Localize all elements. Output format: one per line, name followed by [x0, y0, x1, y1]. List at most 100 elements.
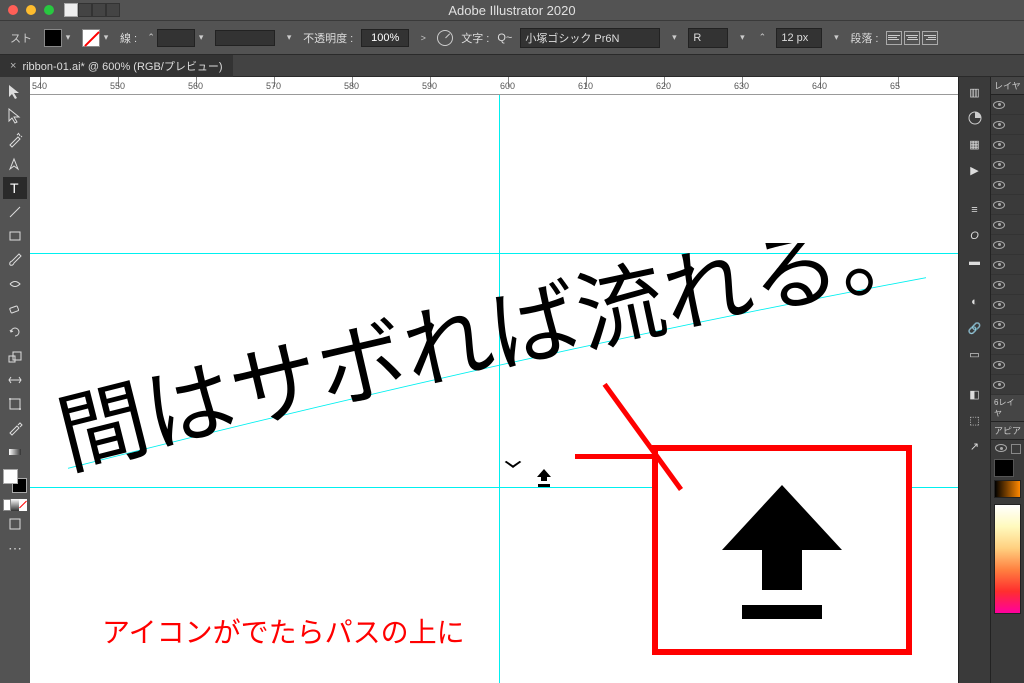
appearance-fill-swatch[interactable]	[994, 459, 1014, 477]
layers-panel-header[interactable]: レイヤ	[991, 77, 1024, 95]
swatches-panel-icon[interactable]: ▦	[964, 133, 986, 155]
ruler-label: 560	[188, 81, 203, 91]
arrange-documents-icon[interactable]	[64, 3, 120, 17]
selection-tool-icon[interactable]	[3, 81, 27, 103]
font-size-input[interactable]	[776, 28, 822, 48]
links-panel-icon[interactable]: 🔗	[964, 317, 986, 339]
layer-row[interactable]	[991, 375, 1024, 395]
edit-toolbar-icon[interactable]: ⋯	[3, 537, 27, 559]
rotate-tool-icon[interactable]	[3, 321, 27, 343]
visibility-toggle-icon[interactable]	[993, 121, 1005, 129]
layer-row[interactable]	[991, 115, 1024, 135]
pathfinder-panel-icon[interactable]: ◧	[964, 383, 986, 405]
visibility-toggle-icon[interactable]	[993, 221, 1005, 229]
visibility-toggle-icon[interactable]	[995, 444, 1007, 452]
visibility-toggle-icon[interactable]	[993, 141, 1005, 149]
visibility-toggle-icon[interactable]	[993, 381, 1005, 389]
close-tab-icon[interactable]: ×	[10, 60, 16, 72]
stroke-profile-dropdown[interactable]	[215, 30, 275, 46]
gradient-tool-icon[interactable]	[3, 441, 27, 463]
layers-list	[991, 95, 1024, 395]
layer-row[interactable]	[991, 155, 1024, 175]
font-family-input[interactable]	[520, 28, 660, 48]
libraries-panel-icon[interactable]: ▶	[964, 159, 986, 181]
visibility-toggle-icon[interactable]	[993, 181, 1005, 189]
free-transform-tool-icon[interactable]	[3, 393, 27, 415]
width-tool-icon[interactable]	[3, 369, 27, 391]
screen-mode-icon[interactable]	[3, 513, 27, 535]
ruler-label: 540	[32, 81, 47, 91]
zoom-window-button[interactable]	[44, 5, 54, 15]
fill-swatch[interactable]: ▾	[44, 29, 74, 47]
paintbrush-tool-icon[interactable]	[3, 249, 27, 271]
fill-stroke-swatch[interactable]	[3, 469, 27, 493]
visibility-toggle-icon[interactable]	[993, 361, 1005, 369]
toolbox: T ⋯	[0, 77, 30, 683]
visibility-toggle-icon[interactable]	[993, 241, 1005, 249]
visibility-toggle-icon[interactable]	[993, 281, 1005, 289]
rectangle-tool-icon[interactable]	[3, 225, 27, 247]
color-panel-icon[interactable]	[964, 107, 986, 129]
titlebar: Adobe Illustrator 2020	[0, 0, 1024, 20]
stroke-width-input[interactable]	[157, 29, 195, 47]
pen-tool-icon[interactable]	[3, 153, 27, 175]
line-tool-icon[interactable]	[3, 201, 27, 223]
layer-row[interactable]	[991, 135, 1024, 155]
stroke-width-stepper[interactable]: ⌃▾	[145, 29, 207, 47]
eraser-tool-icon[interactable]	[3, 297, 27, 319]
align-left-icon[interactable]	[886, 31, 902, 45]
scale-tool-icon[interactable]	[3, 345, 27, 367]
opacity-input[interactable]	[361, 29, 409, 47]
stroke-panel-icon[interactable]: ≡	[964, 199, 986, 221]
eyedropper-tool-icon[interactable]	[3, 417, 27, 439]
symbols-panel-icon[interactable]: O	[964, 225, 986, 247]
layer-row[interactable]	[991, 235, 1024, 255]
type-tool-icon[interactable]: T	[3, 177, 27, 199]
visibility-toggle-icon[interactable]	[993, 101, 1005, 109]
visibility-toggle-icon[interactable]	[993, 261, 1005, 269]
visibility-toggle-icon[interactable]	[993, 341, 1005, 349]
stroke-swatch[interactable]: ▾	[82, 29, 112, 47]
visibility-toggle-icon[interactable]	[993, 321, 1005, 329]
shaper-tool-icon[interactable]	[3, 273, 27, 295]
stroke-width-label: 線 :	[120, 30, 137, 46]
close-window-button[interactable]	[8, 5, 18, 15]
document-tab[interactable]: × ribbon-01.ai* @ 600% (RGB/プレビュー)	[0, 55, 233, 77]
recolor-artwork-icon[interactable]	[437, 30, 453, 46]
color-mode-icons[interactable]	[3, 499, 27, 511]
align-panel-icon[interactable]: ▭	[964, 343, 986, 365]
minimize-window-button[interactable]	[26, 5, 36, 15]
layer-row[interactable]	[991, 195, 1024, 215]
visibility-toggle-icon[interactable]	[993, 301, 1005, 309]
layer-row[interactable]	[991, 215, 1024, 235]
color-spectrum[interactable]	[994, 504, 1021, 614]
layer-row[interactable]	[991, 175, 1024, 195]
appearance-panel-header[interactable]: アピア	[991, 422, 1024, 440]
properties-panel-icon[interactable]: ▥	[964, 81, 986, 103]
layer-row[interactable]	[991, 95, 1024, 115]
artboards-panel-icon[interactable]: ⬚	[964, 409, 986, 431]
layer-row[interactable]	[991, 255, 1024, 275]
transparency-panel-icon[interactable]: ◐	[964, 291, 986, 313]
font-size-stepper-down[interactable]: ⌃	[756, 32, 768, 43]
visibility-toggle-icon[interactable]	[993, 161, 1005, 169]
direct-selection-tool-icon[interactable]	[3, 105, 27, 127]
visibility-toggle-icon[interactable]	[993, 201, 1005, 209]
layer-row[interactable]	[991, 355, 1024, 375]
asset-export-panel-icon[interactable]: ↗	[964, 435, 986, 457]
layer-row[interactable]	[991, 275, 1024, 295]
canvas[interactable]: 間はサボれば流れる。 アイコンがでたらパスの上に	[30, 95, 958, 683]
annotation-text: アイコンがでたらパスの上に	[102, 611, 465, 651]
layer-row[interactable]	[991, 335, 1024, 355]
gradient-swatch[interactable]	[994, 480, 1021, 498]
layer-row[interactable]	[991, 315, 1024, 335]
opacity-dropdown[interactable]: >	[417, 33, 429, 43]
layer-row[interactable]	[991, 295, 1024, 315]
paragraph-align-group	[886, 31, 938, 45]
magic-wand-tool-icon[interactable]	[3, 129, 27, 151]
align-center-icon[interactable]	[904, 31, 920, 45]
brushes-panel-icon[interactable]: ▬	[964, 251, 986, 273]
font-weight-input[interactable]	[688, 28, 728, 48]
align-right-icon[interactable]	[922, 31, 938, 45]
type-on-path-cursor-icon	[534, 467, 554, 489]
